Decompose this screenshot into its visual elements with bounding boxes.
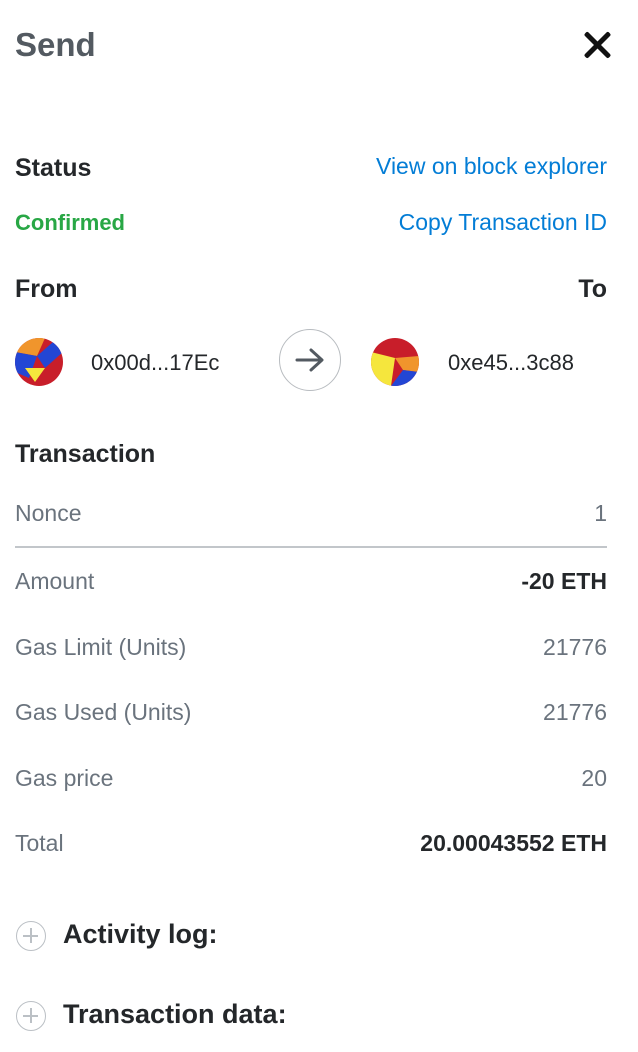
close-icon[interactable] bbox=[582, 30, 612, 60]
to-address[interactable]: 0xe45...3c88 bbox=[448, 350, 574, 376]
expand-transaction-data-icon[interactable] bbox=[16, 1001, 46, 1031]
from-avatar bbox=[15, 338, 63, 386]
gas-price-value: 20 bbox=[581, 765, 607, 791]
amount-label: Amount bbox=[15, 568, 95, 594]
gas-price-label: Gas price bbox=[15, 765, 114, 791]
view-on-block-explorer-link[interactable]: View on block explorer bbox=[376, 153, 607, 180]
gas-used-label: Gas Used (Units) bbox=[15, 699, 192, 725]
status-label: Status bbox=[15, 154, 92, 182]
gas-limit-value: 21776 bbox=[543, 634, 607, 660]
divider bbox=[15, 546, 607, 548]
gas-used-value: 21776 bbox=[543, 699, 607, 725]
total-value: 20.00043552 ETH bbox=[420, 830, 607, 856]
nonce-value: 1 bbox=[594, 500, 607, 526]
copy-transaction-id-link[interactable]: Copy Transaction ID bbox=[399, 209, 607, 236]
from-label: From bbox=[15, 275, 78, 303]
activity-log-toggle[interactable]: Activity log: bbox=[63, 919, 218, 950]
to-label: To bbox=[578, 275, 607, 303]
to-avatar bbox=[371, 338, 419, 386]
total-label: Total bbox=[15, 830, 64, 856]
gas-limit-label: Gas Limit (Units) bbox=[15, 634, 187, 660]
transaction-heading: Transaction bbox=[15, 440, 156, 468]
amount-value: -20 ETH bbox=[521, 568, 607, 594]
page-title: Send bbox=[15, 26, 96, 63]
expand-activity-log-icon[interactable] bbox=[16, 921, 46, 951]
nonce-label: Nonce bbox=[15, 500, 82, 526]
transaction-data-toggle[interactable]: Transaction data: bbox=[63, 999, 287, 1030]
from-address[interactable]: 0x00d...17Ec bbox=[91, 350, 219, 376]
arrow-right-icon bbox=[279, 329, 341, 391]
status-badge: Confirmed bbox=[15, 210, 125, 235]
